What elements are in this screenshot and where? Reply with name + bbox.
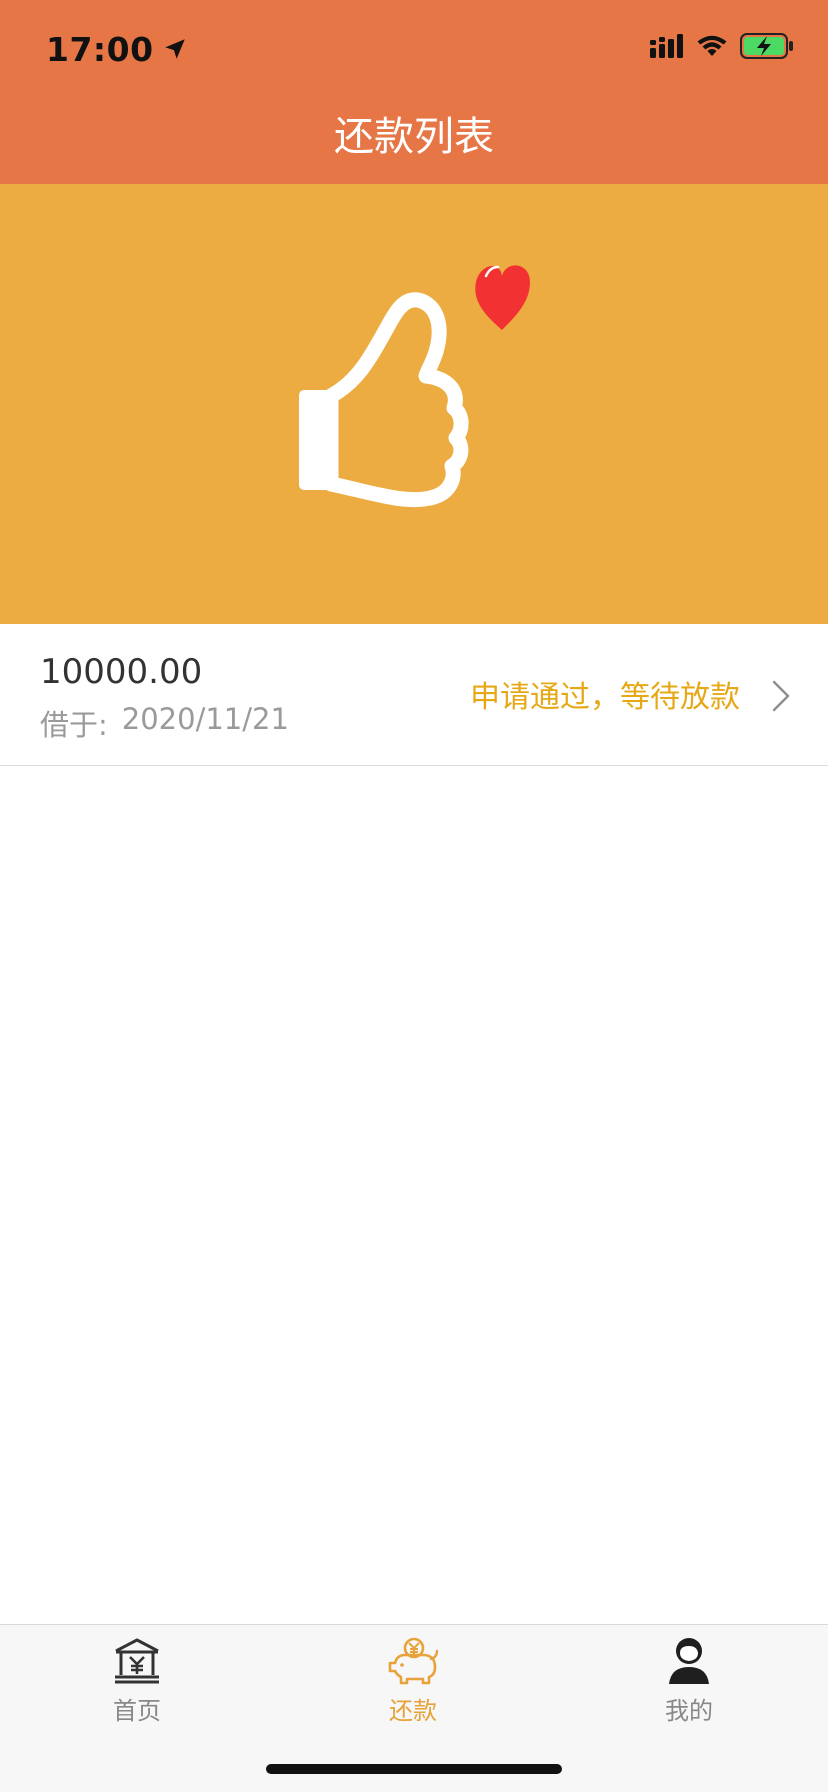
loan-amount: 10000.00 — [40, 652, 203, 692]
page-title: 还款列表 — [334, 114, 494, 160]
tab-repay-label: 还款 — [389, 1697, 437, 1725]
heart-icon — [475, 265, 530, 330]
loan-date-label: 借于: — [40, 708, 108, 742]
status-bar-time-group: 17:00 — [46, 28, 188, 70]
wifi-icon — [697, 35, 727, 56]
top-bar: 17:00 还款列表 — [0, 0, 828, 184]
tab-repay[interactable]: 还款 — [333, 1637, 493, 1737]
tab-mine[interactable]: 我的 — [609, 1637, 769, 1737]
banner — [0, 184, 828, 624]
loan-date-line: 借于: 2020/11/21 — [40, 702, 289, 744]
user-avatar-icon — [669, 1638, 709, 1684]
loan-date: 2020/11/21 — [121, 702, 289, 736]
chevron-right-icon — [772, 680, 790, 712]
status-icons — [650, 33, 794, 59]
bank-yuan-icon — [115, 1638, 159, 1684]
status-time: 17:00 — [46, 29, 154, 69]
location-arrow-icon — [164, 39, 185, 59]
thumbs-up-icon — [299, 292, 469, 508]
loan-status: 申请通过，等待放款 — [470, 680, 740, 715]
battery-charging-icon — [740, 33, 793, 59]
home-indicator — [266, 1764, 562, 1774]
piggy-bank-yuan-icon — [388, 1637, 439, 1685]
tab-mine-label: 我的 — [665, 1697, 713, 1725]
tab-home[interactable]: 首页 — [57, 1637, 217, 1737]
cellular-signal-icon — [650, 34, 683, 58]
tab-home-label: 首页 — [113, 1697, 161, 1725]
thumbs-up-illustration — [299, 265, 530, 508]
loan-record-row[interactable]: 10000.00 借于: 2020/11/21 申请通过，等待放款 — [0, 624, 828, 766]
